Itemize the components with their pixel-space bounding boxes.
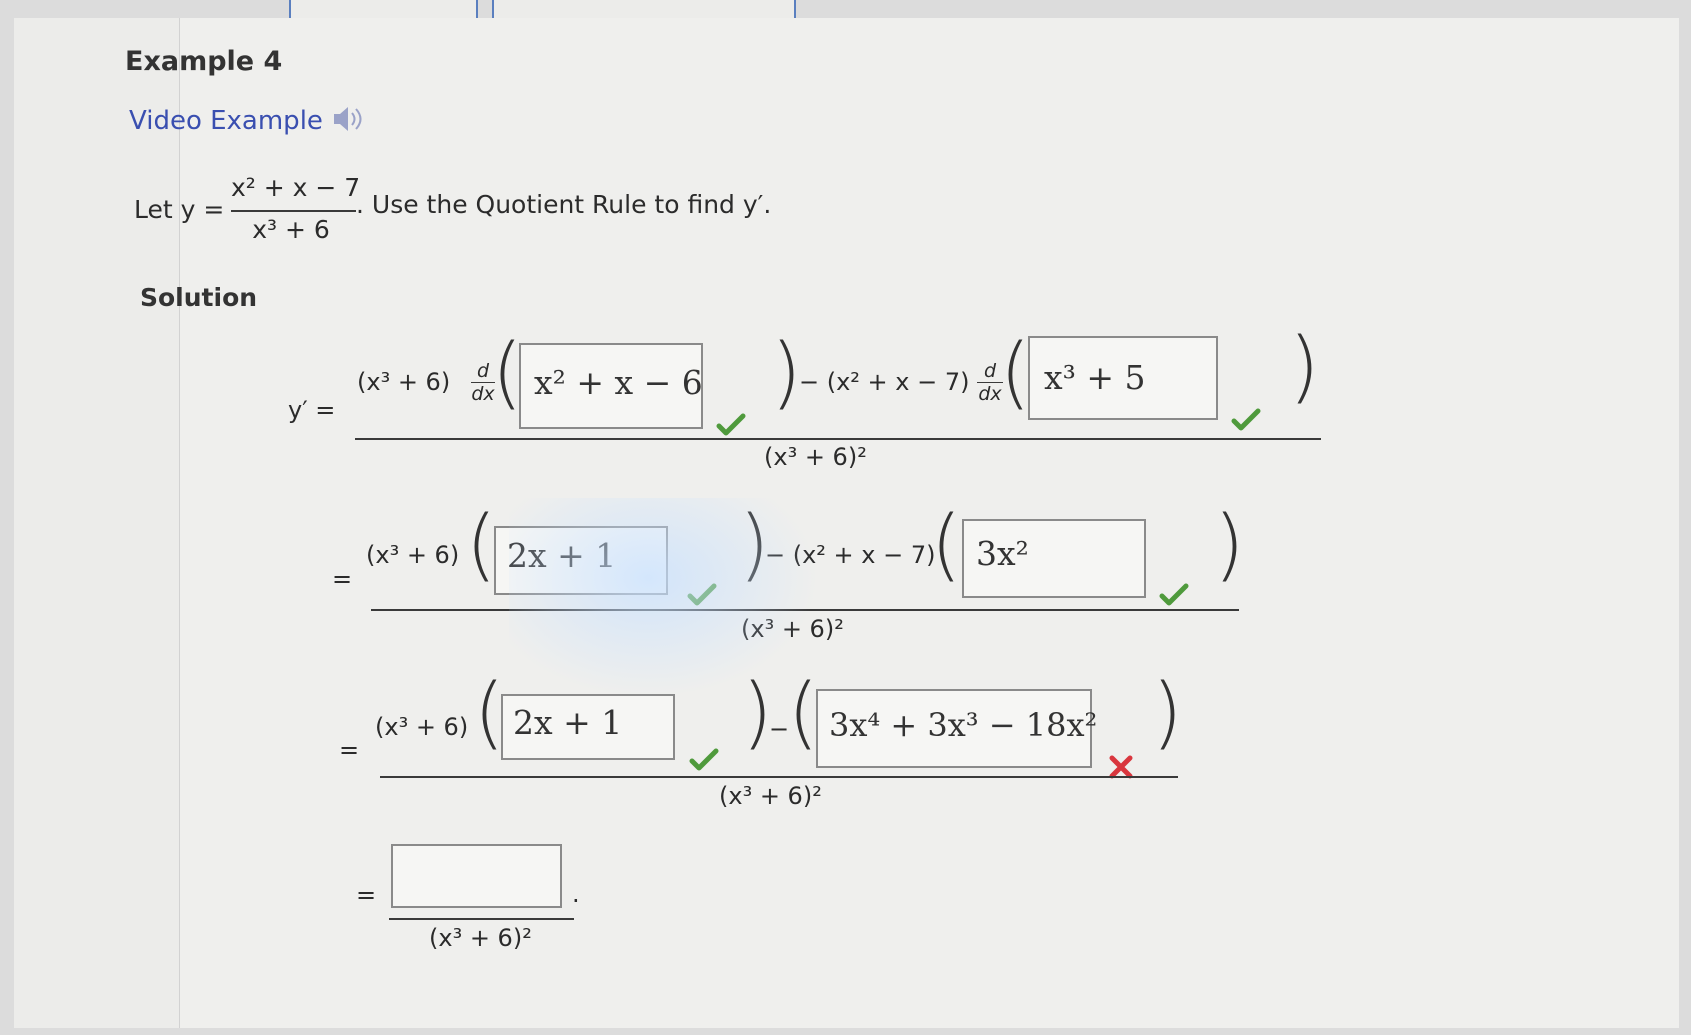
step4-denominator: (x³ + 6)² xyxy=(429,924,532,952)
answer-box-1-value: x² + x − 6 xyxy=(534,363,703,402)
fraction-bar xyxy=(355,438,1321,440)
fraction-bar xyxy=(389,918,574,920)
close-paren: ) xyxy=(1214,500,1245,590)
fraction-bar xyxy=(380,776,1178,778)
step3-num-left: (x³ + 6) xyxy=(375,713,469,741)
problem-instruction: . Use the Quotient Rule to find y′. xyxy=(356,190,772,219)
step2-num-left: (x³ + 6) xyxy=(366,541,460,569)
step1-mid: − (x² + x − 7) xyxy=(799,368,970,396)
step3-denominator: (x³ + 6)² xyxy=(719,782,822,810)
check-icon xyxy=(716,413,746,436)
step3-mid: − xyxy=(769,715,790,743)
open-paren: ( xyxy=(931,500,962,590)
close-paren: ) xyxy=(742,668,773,758)
check-icon xyxy=(1231,408,1261,431)
example-title: Example 4 xyxy=(125,46,283,77)
answer-box-6-value: 3x⁴ + 3x³ − 18x² xyxy=(829,706,1098,744)
open-paren: ( xyxy=(474,668,505,758)
step1-num-left: (x³ + 6) xyxy=(357,368,451,396)
answer-box-3-value: 2x + 1 xyxy=(507,536,617,575)
step1-denominator: (x³ + 6)² xyxy=(764,443,867,471)
answer-box-4-value: 3x² xyxy=(976,534,1029,573)
open-paren: ( xyxy=(1000,328,1031,418)
open-paren: ( xyxy=(466,500,497,590)
page: Example 4 Video Example Let y = x² + x −… xyxy=(14,0,1679,1028)
y-prime-lhs: y′ = xyxy=(288,396,336,424)
equals-sign: = xyxy=(356,881,377,909)
close-paren: ) xyxy=(1152,668,1183,758)
equals-sign: = xyxy=(339,736,360,764)
video-example-label: Video Example xyxy=(129,106,323,136)
problem-denominator: x³ + 6 xyxy=(252,215,330,244)
check-icon xyxy=(687,583,717,606)
answer-box-5-value: 2x + 1 xyxy=(513,703,623,742)
open-paren: ( xyxy=(788,668,819,758)
step2-denominator: (x³ + 6)² xyxy=(741,615,844,643)
problem-numerator: x² + x − 7 xyxy=(231,173,361,202)
speaker-icon xyxy=(334,107,362,131)
fraction-bar xyxy=(231,210,356,212)
check-icon xyxy=(1159,583,1189,606)
close-paren: ) xyxy=(1289,322,1320,412)
check-icon xyxy=(689,748,719,771)
close-paren: ) xyxy=(771,328,802,418)
open-paren: ( xyxy=(492,328,523,418)
equals-sign: = xyxy=(332,565,353,593)
answer-box-2-value: x³ + 5 xyxy=(1044,358,1146,397)
step2-mid: − (x² + x − 7) xyxy=(765,541,936,569)
answer-box-7[interactable] xyxy=(391,844,562,908)
problem-let: Let y = xyxy=(134,195,225,224)
fraction-bar xyxy=(371,609,1239,611)
solution-label: Solution xyxy=(140,283,258,312)
video-example-link[interactable]: Video Example xyxy=(129,103,365,136)
period: . xyxy=(572,880,580,908)
